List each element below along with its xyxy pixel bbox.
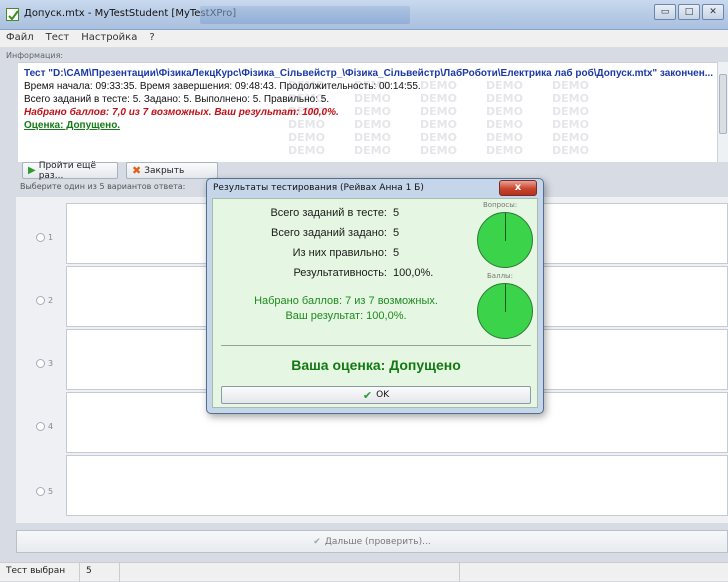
stat-value: 5 <box>393 207 400 219</box>
pie-marker <box>505 213 506 241</box>
question-prompt: Выберите один из 5 вариантов ответа: <box>20 182 186 191</box>
ok-button[interactable]: ✔ OK <box>221 386 531 404</box>
grade-text: Ваша оценка: Допущено <box>291 357 461 373</box>
info-label: Информация: <box>6 51 64 60</box>
demo-watermark-text: DEMO <box>354 144 391 157</box>
radio-icon[interactable] <box>36 359 45 368</box>
points-line: Набрано баллов: 7 из 7 возможных. <box>254 295 438 307</box>
questions-pie-label: Вопросы: <box>483 201 518 209</box>
stat-value: 5 <box>393 247 400 259</box>
option-number: 3 <box>48 359 54 368</box>
demo-watermark-text: DEMO <box>288 144 325 157</box>
info-text: Тест "D:\САМ\Презентации\ФізикаЛекцКурс\… <box>24 67 714 132</box>
status-bar: Тест выбран 5 <box>0 562 728 582</box>
close-button[interactable]: ✖ Закрыть <box>126 162 218 179</box>
pie-marker <box>505 284 506 312</box>
play-icon: ▶ <box>28 165 36 176</box>
stat-label: Результативность: <box>293 267 387 279</box>
menu-file[interactable]: Файл <box>0 30 40 47</box>
status-text: Тест выбран <box>0 563 80 582</box>
info-scrollbar[interactable] <box>717 62 728 162</box>
demo-watermark-text: DEMO <box>420 131 457 144</box>
retry-button[interactable]: ▶ Пройти ещё раз... <box>22 160 118 181</box>
demo-watermark-text: DEMO <box>486 131 523 144</box>
stat-label: Всего заданий в тесте: <box>270 207 387 219</box>
stat-value: 100,0%. <box>393 267 434 279</box>
info-score: Набрано баллов: 7,0 из 7 возможных. Ваш … <box>24 107 339 118</box>
option-2-radio[interactable]: 2 <box>36 296 53 305</box>
option-number: 5 <box>48 487 54 496</box>
dialog-title: Результаты тестирования (Рейвах Анна 1 Б… <box>213 183 424 193</box>
stat-value: 5 <box>393 227 400 239</box>
stat-label: Из них правильно: <box>292 247 387 259</box>
status-count: 5 <box>80 563 120 582</box>
close-window-button[interactable]: ✕ <box>702 4 724 20</box>
dialog-separator <box>221 345 531 346</box>
app-checkbox-icon <box>6 8 19 21</box>
radio-icon[interactable] <box>36 233 45 242</box>
minimize-button[interactable]: ▭ <box>654 4 676 20</box>
option-1-radio[interactable]: 1 <box>36 233 53 242</box>
demo-watermark-text: DEMO <box>420 144 457 157</box>
dialog-close-button[interactable]: x <box>499 180 537 196</box>
menu-settings[interactable]: Настройка <box>75 30 143 47</box>
radio-icon[interactable] <box>36 296 45 305</box>
info-grade: Оценка: Допущено. <box>24 120 121 131</box>
checkmark-icon: ✔ <box>362 388 373 402</box>
points-pie-label: Баллы: <box>487 272 513 280</box>
dialog-body: Всего заданий в тесте: 5 Всего заданий з… <box>212 198 538 408</box>
close-label: Закрыть <box>144 165 185 176</box>
demo-watermark-text: DEMO <box>486 144 523 157</box>
answer-box-5[interactable] <box>66 455 728 516</box>
retry-label: Пройти ещё раз... <box>38 160 97 181</box>
info-times: Время начала: 09:33:35. Время завершения… <box>24 81 421 92</box>
option-4-radio[interactable]: 4 <box>36 422 53 431</box>
menu-help[interactable]: ? <box>143 30 160 47</box>
window-controls: ▭ □ ✕ <box>654 4 724 20</box>
points-pie-chart <box>477 283 533 339</box>
questions-pie-chart <box>477 212 533 268</box>
results-dialog: Результаты тестирования (Рейвах Анна 1 Б… <box>206 178 544 414</box>
background-window-ghost <box>200 6 410 24</box>
demo-watermark-text: DEMO <box>354 131 391 144</box>
option-5-radio[interactable]: 5 <box>36 487 53 496</box>
check-icon: ✔ <box>313 536 321 547</box>
radio-icon[interactable] <box>36 422 45 431</box>
option-number: 4 <box>48 422 54 431</box>
maximize-button[interactable]: □ <box>678 4 700 20</box>
demo-watermark-text: DEMO <box>552 131 589 144</box>
menu-bar: Файл Тест Настройка ? <box>0 30 728 48</box>
result-line: Ваш результат: 100,0%. <box>285 310 407 322</box>
close-x-icon: ✖ <box>132 164 142 177</box>
info-counts: Всего заданий в тесте: 5. Задано: 5. Вып… <box>24 94 330 105</box>
option-3-radio[interactable]: 3 <box>36 359 53 368</box>
demo-watermark-text: DEMO <box>552 144 589 157</box>
option-number: 2 <box>48 296 54 305</box>
title-bar: Допуск.mtx - MyTestStudent [MyTestXPro] … <box>0 0 728 30</box>
radio-icon[interactable] <box>36 487 45 496</box>
menu-test[interactable]: Тест <box>40 30 76 47</box>
next-label: Дальше (проверить)... <box>324 536 431 547</box>
demo-watermark-text: DEMO <box>288 131 325 144</box>
stat-label: Всего заданий задано: <box>271 227 387 239</box>
info-panel: DEMO DEMO DEMO DEMO DEMO DEMO DEMO DEMO DEMO DEMO… <box>18 62 728 162</box>
scrollbar-thumb[interactable] <box>719 74 727 134</box>
option-number: 1 <box>48 233 54 242</box>
info-title: Тест "D:\САМ\Презентации\ФізикаЛекцКурс\… <box>24 68 714 79</box>
status-empty <box>120 563 460 582</box>
next-check-button[interactable]: ✔ Дальше (проверить)... <box>16 530 728 553</box>
ok-label: OK <box>376 390 390 400</box>
